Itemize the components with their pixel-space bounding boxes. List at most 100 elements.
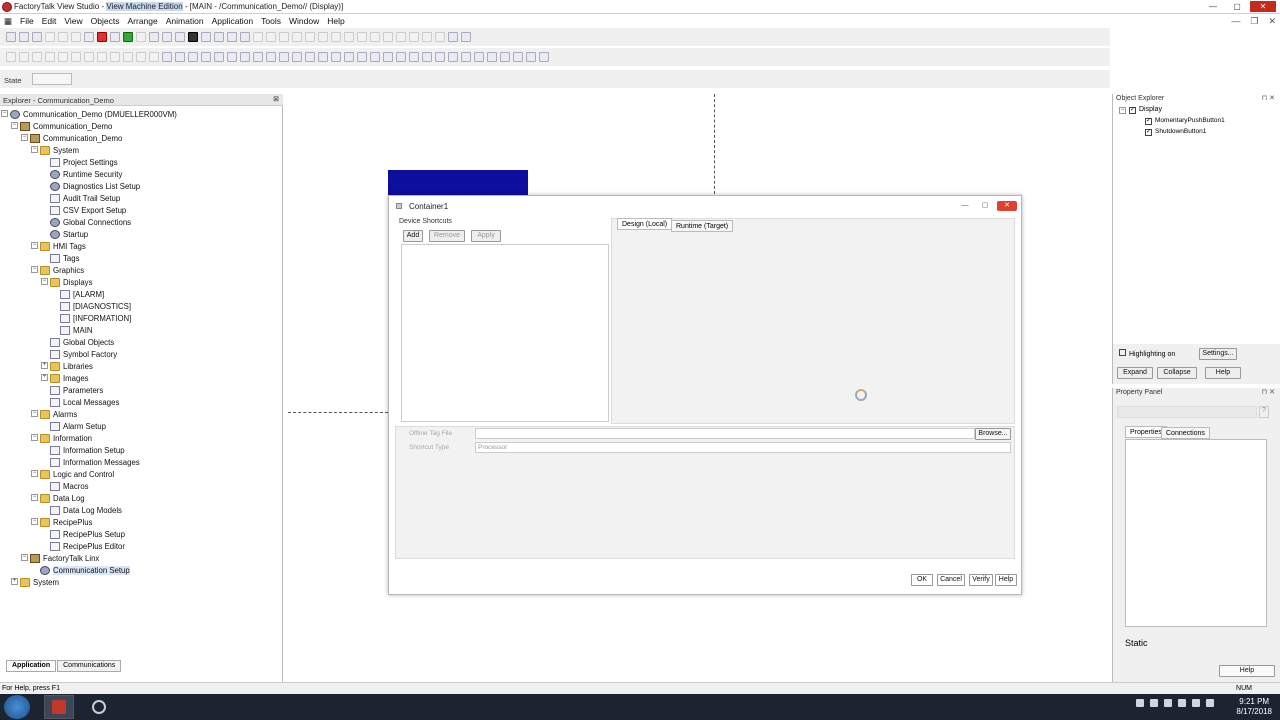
property-panel-close-icon[interactable]: ⊓ ✕ — [1262, 388, 1275, 398]
macro-icon[interactable] — [318, 52, 328, 62]
object-explorer-help-button[interactable]: Help — [1205, 367, 1241, 379]
dialog-help-button[interactable]: Help — [995, 574, 1017, 586]
tree-node[interactable]: Parameters — [50, 384, 103, 396]
collapse-icon[interactable]: − — [41, 278, 48, 285]
expand-button[interactable]: Expand — [1117, 367, 1153, 379]
verify-button[interactable]: Verify — [969, 574, 993, 586]
tree-node[interactable]: − FactoryTalk Linx — [21, 552, 99, 564]
align-middle-icon[interactable] — [305, 32, 315, 42]
remove-button[interactable]: Remove — [429, 230, 465, 242]
menu-window[interactable]: Window — [285, 16, 323, 26]
mdi-close-icon[interactable]: ✕ — [1268, 16, 1276, 27]
tray-arrow-icon[interactable] — [1136, 699, 1144, 707]
menu-animation[interactable]: Animation — [162, 16, 208, 26]
collapse-icon[interactable]: − — [31, 266, 38, 273]
tree-node[interactable]: − Alarms — [31, 408, 77, 420]
indicator-icon[interactable] — [227, 52, 237, 62]
property-help-icon[interactable]: ? — [1259, 406, 1269, 418]
collapse-icon[interactable]: − — [21, 554, 28, 561]
arrow-up-icon[interactable] — [370, 52, 380, 62]
collapse-icon[interactable]: − — [31, 242, 38, 249]
apply-button[interactable]: Apply — [471, 230, 501, 242]
shortcuts-list[interactable] — [401, 244, 609, 422]
expand-icon[interactable]: + — [41, 374, 48, 381]
tree-node[interactable]: − Graphics — [31, 264, 84, 276]
tree-node[interactable]: − Information — [31, 432, 92, 444]
tree-node[interactable]: CSV Export Setup — [50, 204, 126, 216]
delete-icon[interactable] — [97, 32, 107, 42]
tree-node[interactable]: [INFORMATION] — [60, 312, 131, 324]
goto-icon[interactable] — [305, 52, 315, 62]
datalog-icon[interactable] — [513, 52, 523, 62]
tab-application[interactable]: Application — [6, 660, 57, 672]
collapse-icon[interactable]: − — [31, 434, 38, 441]
tree-node[interactable]: − Displays — [41, 276, 92, 288]
key-icon[interactable] — [331, 52, 341, 62]
collapse-icon[interactable]: − — [11, 122, 18, 129]
dialog-maximize-icon[interactable]: ▢ — [977, 201, 993, 211]
offline-tag-file-input[interactable] — [475, 428, 975, 439]
rotate-icon[interactable] — [435, 32, 445, 42]
app-icon[interactable] — [2, 2, 12, 12]
tree-node[interactable]: Data Log Models — [50, 504, 122, 516]
tray-flag-icon[interactable] — [1150, 699, 1158, 707]
wedge-icon[interactable] — [97, 52, 107, 62]
tree-node[interactable]: Symbol Factory — [50, 348, 117, 360]
cancel-button[interactable]: Cancel — [937, 574, 965, 586]
mdi-minimize-icon[interactable]: — — [1231, 16, 1240, 27]
space-h-icon[interactable] — [331, 32, 341, 42]
tree-node[interactable]: Communication Setup — [40, 564, 130, 576]
taskbar-app-factorytalk[interactable] — [44, 695, 74, 719]
taskbar-clock[interactable]: 9:21 PM 8/17/2018 — [1236, 697, 1272, 717]
ok-button[interactable]: OK — [911, 574, 933, 586]
save-icon[interactable] — [32, 32, 42, 42]
cut-icon[interactable] — [58, 32, 68, 42]
collapse-icon[interactable]: − — [31, 146, 38, 153]
explorer-close-icon[interactable]: ⊠ — [273, 95, 279, 103]
object-tree-root[interactable]: − ✓ Display — [1119, 106, 1162, 114]
menu-file[interactable]: File — [16, 16, 38, 26]
tree-node[interactable]: − RecipePlus — [31, 516, 92, 528]
tray-power-icon[interactable] — [1206, 699, 1214, 707]
freehand-icon[interactable] — [45, 52, 55, 62]
expand-icon[interactable]: + — [11, 578, 18, 585]
tree-node[interactable]: Audit Trail Setup — [50, 192, 120, 204]
recipe-icon[interactable] — [487, 52, 497, 62]
collapse-button[interactable]: Collapse — [1157, 367, 1197, 379]
tab-connections[interactable]: Connections — [1161, 427, 1210, 439]
tree-node[interactable]: Runtime Security — [50, 168, 122, 180]
properties-grid[interactable] — [1125, 439, 1267, 627]
trend-icon[interactable] — [266, 52, 276, 62]
tree-node[interactable]: Local Messages — [50, 396, 119, 408]
tree-node[interactable]: Information Messages — [50, 456, 140, 468]
object-explorer-close-icon[interactable]: ⊓ ✕ — [1262, 94, 1275, 104]
enter-icon[interactable] — [448, 52, 458, 62]
tree-node[interactable]: Alarm Setup — [50, 420, 106, 432]
object-item-shutdown-button[interactable]: ✓ ShutdownButton1 — [1145, 128, 1206, 136]
menu-arrange[interactable]: Arrange — [124, 16, 162, 26]
tray-network-icon[interactable] — [1164, 699, 1172, 707]
panel-icon[interactable] — [175, 52, 185, 62]
line-icon[interactable] — [58, 52, 68, 62]
maximize-icon[interactable]: ▢ — [1226, 1, 1248, 12]
tree-node[interactable]: [DIAGNOSTICS] — [60, 300, 131, 312]
pointer-icon[interactable] — [6, 52, 16, 62]
collapse-icon[interactable]: − — [31, 494, 38, 501]
list-icon[interactable] — [292, 52, 302, 62]
tree-node[interactable]: Macros — [50, 480, 89, 492]
rectangle-icon[interactable] — [136, 52, 146, 62]
image-icon[interactable] — [162, 52, 172, 62]
settings-button[interactable]: Settings... — [1199, 348, 1237, 360]
tab-runtime-target[interactable]: Runtime (Target) — [671, 220, 734, 232]
tree-node[interactable]: − Communication_Demo — [11, 120, 112, 132]
page-down-icon[interactable] — [435, 52, 445, 62]
menu-doc-icon[interactable]: ▦ — [0, 16, 16, 27]
tree-node[interactable]: + Images — [41, 372, 89, 384]
open-icon[interactable] — [19, 32, 29, 42]
display-rectangle-object[interactable] — [388, 170, 528, 196]
collapse-icon[interactable]: − — [21, 134, 28, 141]
collapse-icon[interactable]: − — [31, 518, 38, 525]
group-icon[interactable] — [357, 32, 367, 42]
zoom-in-icon[interactable] — [409, 32, 419, 42]
send-back-icon[interactable] — [396, 32, 406, 42]
